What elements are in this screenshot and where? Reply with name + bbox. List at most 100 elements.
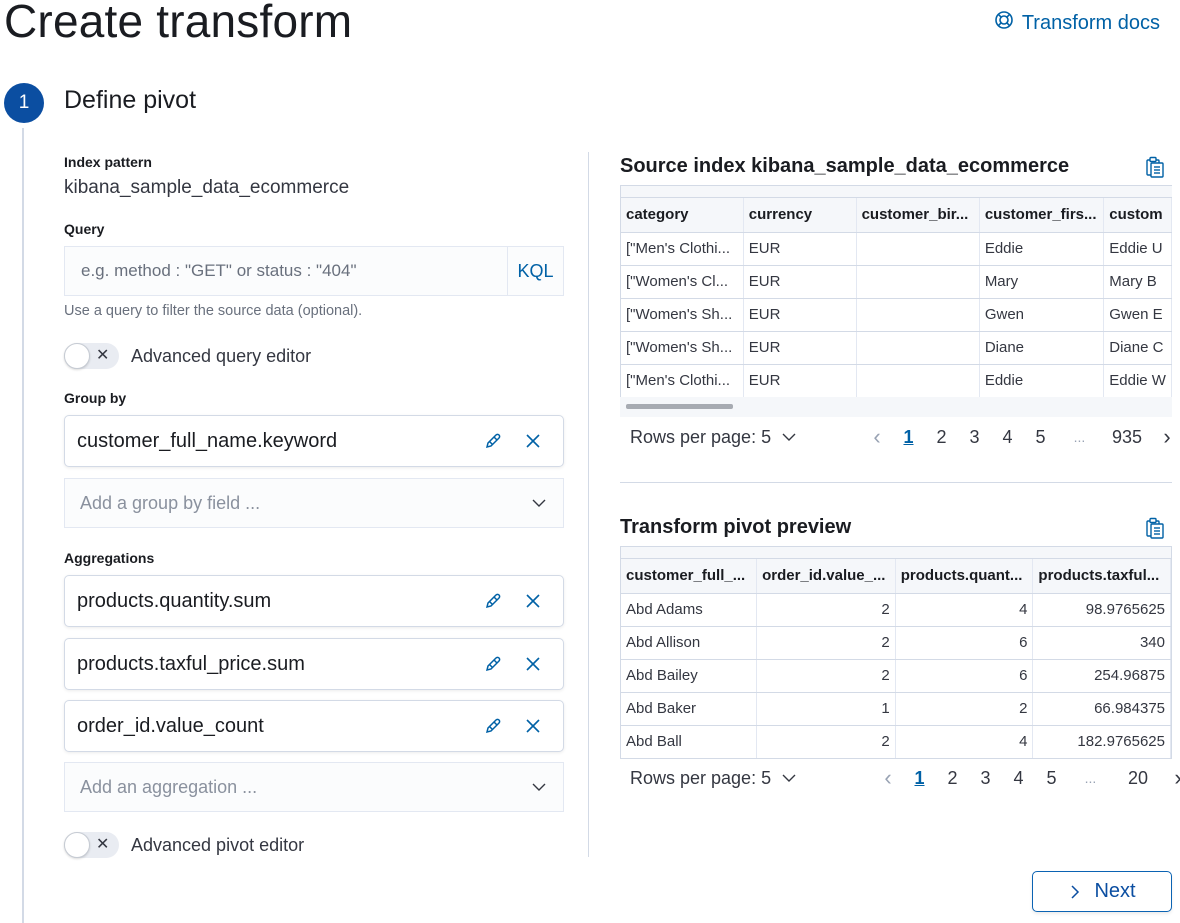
- rows-per-page-label: Rows per page: 5: [630, 426, 772, 447]
- table-row: Abd Adams 2 4 98.9765625: [621, 593, 1171, 627]
- page-button[interactable]: 5: [1035, 768, 1068, 789]
- column-header[interactable]: customer_bir...: [856, 198, 980, 233]
- close-icon[interactable]: [523, 654, 543, 674]
- page-button[interactable]: 3: [958, 427, 991, 448]
- column-header[interactable]: customer_firs...: [979, 198, 1105, 233]
- transform-docs-link[interactable]: Transform docs: [994, 10, 1160, 36]
- table-cell: 4: [895, 725, 1034, 759]
- table-cell: Eddie: [979, 364, 1105, 398]
- pivot-preview-title: Transform pivot preview: [620, 516, 852, 538]
- table-cell: Diane: [979, 331, 1105, 365]
- table-cell: Eddie U: [1103, 232, 1172, 266]
- kql-language-button[interactable]: KQL: [507, 247, 563, 295]
- column-header[interactable]: category: [621, 198, 744, 233]
- table-cell: 98.9765625: [1032, 593, 1171, 627]
- page-button[interactable]: 2: [925, 427, 958, 448]
- scrollbar-thumb[interactable]: [626, 404, 733, 409]
- table-cell: ["Women's Cl...: [621, 265, 744, 299]
- source-index-table: category currency customer_bir... customer_…: [620, 185, 1172, 398]
- table-cell: [856, 364, 980, 398]
- table-cell: EUR: [743, 232, 857, 266]
- table-cell: Eddie: [979, 232, 1105, 266]
- page-button[interactable]: 1: [892, 427, 925, 448]
- column-header[interactable]: products.taxful...: [1032, 559, 1171, 594]
- add-group-by-field-select[interactable]: Add a group by field ...: [64, 478, 564, 528]
- page-button[interactable]: 3: [969, 768, 1002, 789]
- index-pattern-label: Index pattern: [64, 154, 152, 170]
- advanced-pivot-editor-switch[interactable]: ✕: [64, 832, 119, 858]
- page-button[interactable]: 4: [1002, 768, 1035, 789]
- pencil-icon[interactable]: [483, 591, 503, 611]
- column-header[interactable]: currency: [743, 198, 857, 233]
- previous-page-button[interactable]: ‹: [873, 765, 903, 791]
- table-cell: [856, 232, 980, 266]
- table-cell: Mary: [979, 265, 1105, 299]
- page-button[interactable]: 20: [1113, 768, 1163, 789]
- column-header[interactable]: products.quant...: [895, 559, 1034, 594]
- copy-to-clipboard-icon[interactable]: [1145, 517, 1165, 539]
- aggregation-item: products.taxful_price.sum: [64, 638, 564, 690]
- table-cell: 6: [895, 626, 1034, 660]
- close-icon[interactable]: [523, 431, 543, 451]
- rows-per-page-button[interactable]: Rows per page: 5: [630, 427, 797, 448]
- advanced-query-editor-row: ✕ Advanced query editor: [64, 343, 311, 369]
- aggregations-label: Aggregations: [64, 550, 155, 566]
- table-cell: Abd Baker: [621, 692, 758, 726]
- table-header-row: category currency customer_bir... customer_…: [621, 198, 1172, 233]
- pivot-preview-table: customer_full_... order_id.value_... produ…: [620, 546, 1172, 759]
- column-header[interactable]: order_id.value_...: [756, 559, 896, 594]
- table-header-spacer: [621, 186, 1172, 198]
- column-header[interactable]: customer_full_...: [621, 559, 758, 594]
- page-list: ‹ 1 2 3 4 5... 935 ›: [862, 424, 1180, 450]
- next-page-button[interactable]: ›: [1163, 765, 1180, 791]
- add-group-by-placeholder: Add a group by field ...: [80, 492, 261, 513]
- advanced-pivot-editor-row: ✕ Advanced pivot editor: [64, 832, 304, 858]
- add-aggregation-placeholder: Add an aggregation ...: [80, 776, 258, 797]
- page-button[interactable]: 2: [936, 768, 969, 789]
- page-button[interactable]: 1: [903, 768, 936, 789]
- table-cell: 2: [895, 692, 1034, 726]
- table-cell: 1: [756, 692, 896, 726]
- advanced-query-editor-switch[interactable]: ✕: [64, 343, 119, 369]
- page-button[interactable]: 5: [1024, 427, 1057, 448]
- lifebuoy-icon: [994, 10, 1014, 36]
- rows-per-page-button[interactable]: Rows per page: 5: [630, 768, 797, 789]
- table-cell: EUR: [743, 265, 857, 299]
- close-icon[interactable]: [523, 591, 543, 611]
- transform-docs-label: Transform docs: [1021, 11, 1160, 34]
- table-cell: ["Men's Clothi...: [621, 232, 744, 266]
- copy-to-clipboard-icon[interactable]: [1145, 156, 1165, 178]
- advanced-query-editor-label: Advanced query editor: [131, 345, 312, 366]
- table-row: ["Women's Cl... EUR Mary Mary B: [621, 265, 1172, 299]
- pencil-icon[interactable]: [483, 716, 503, 736]
- table-cell: Gwen: [979, 298, 1105, 332]
- column-header[interactable]: custom: [1103, 198, 1172, 233]
- next-page-button[interactable]: ›: [1152, 424, 1180, 450]
- table-cell: 254.96875: [1032, 659, 1171, 693]
- previous-page-button[interactable]: ‹: [862, 424, 892, 450]
- horizontal-scrollbar[interactable]: [620, 397, 1172, 417]
- table-cell: Gwen E: [1103, 298, 1172, 332]
- table-header-row: customer_full_... order_id.value_... produ…: [621, 559, 1171, 594]
- table-cell: [856, 265, 980, 299]
- next-button-label: Next: [1094, 880, 1136, 902]
- table-cell: Mary B: [1103, 265, 1172, 299]
- aggregation-item: order_id.value_count: [64, 700, 564, 752]
- pencil-icon[interactable]: [483, 654, 503, 674]
- page-button[interactable]: 935: [1102, 427, 1152, 448]
- table-cell: EUR: [743, 298, 857, 332]
- group-by-item: customer_full_name.keyword: [64, 415, 564, 467]
- page-button[interactable]: 4: [991, 427, 1024, 448]
- add-aggregation-select[interactable]: Add an aggregation ...: [64, 762, 564, 812]
- switch-knob: [64, 343, 90, 369]
- query-input[interactable]: [65, 247, 507, 295]
- column-divider: [588, 152, 589, 857]
- pencil-icon[interactable]: [483, 431, 503, 451]
- cross-icon: ✕: [96, 836, 110, 853]
- next-button[interactable]: Next: [1032, 871, 1172, 912]
- advanced-pivot-editor-label: Advanced pivot editor: [131, 834, 305, 855]
- close-icon[interactable]: [523, 716, 543, 736]
- table-cell: EUR: [743, 364, 857, 398]
- preview-pagination: Rows per page: 5 ‹12345... 20›: [630, 765, 1180, 791]
- table-header-spacer: [621, 547, 1171, 559]
